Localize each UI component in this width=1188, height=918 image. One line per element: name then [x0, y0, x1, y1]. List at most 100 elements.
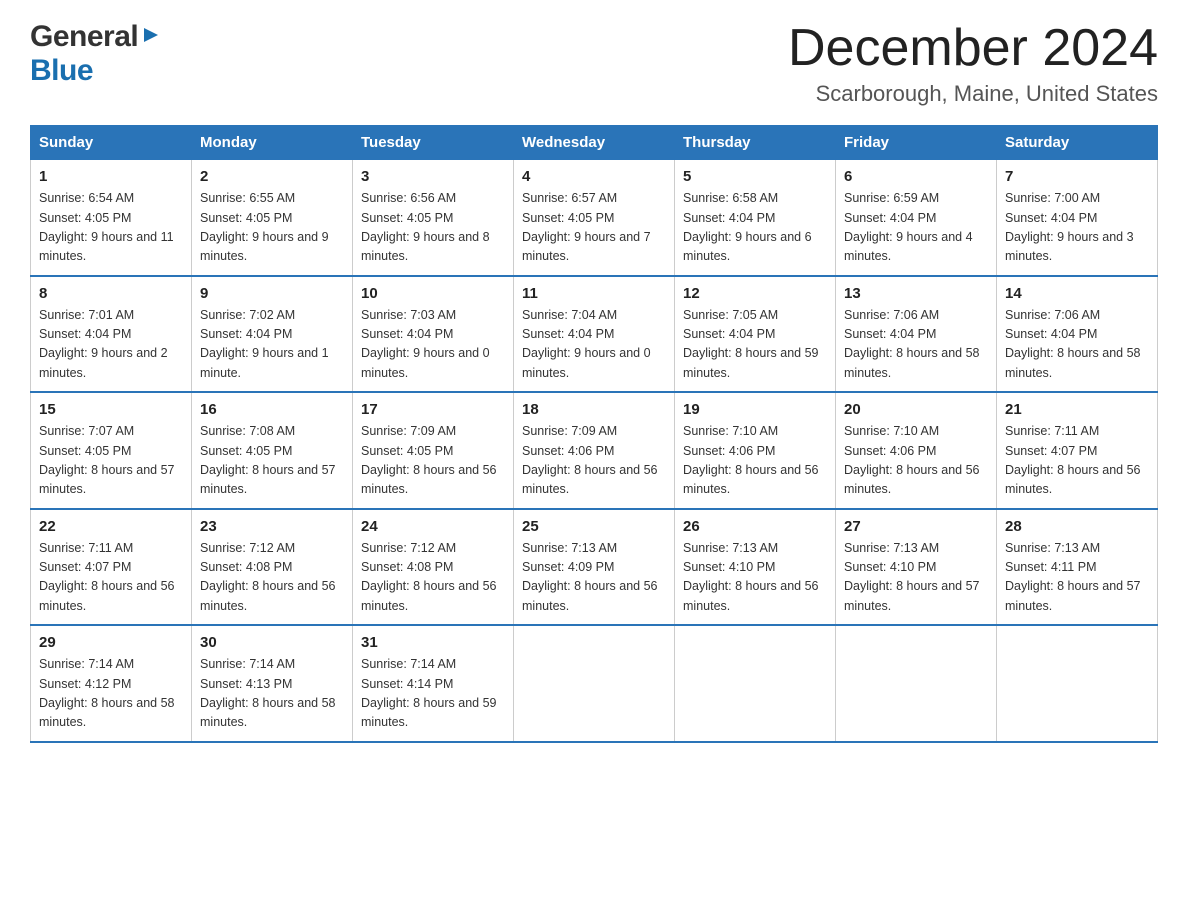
day-number: 28	[1005, 518, 1149, 535]
day-info: Sunrise: 7:04 AMSunset: 4:04 PMDaylight:…	[522, 306, 666, 384]
calendar-cell: 8 Sunrise: 7:01 AMSunset: 4:04 PMDaylight…	[31, 276, 192, 393]
col-tuesday: Tuesday	[353, 126, 514, 160]
logo: General Blue	[30, 20, 162, 88]
day-info: Sunrise: 7:06 AMSunset: 4:04 PMDaylight:…	[844, 306, 988, 384]
calendar-cell: 13 Sunrise: 7:06 AMSunset: 4:04 PMDayligh…	[836, 276, 997, 393]
col-thursday: Thursday	[675, 126, 836, 160]
day-info: Sunrise: 6:59 AMSunset: 4:04 PMDaylight:…	[844, 189, 988, 267]
calendar-cell: 29Sunrise: 7:14 AMSunset: 4:12 PMDayligh…	[31, 625, 192, 742]
month-title: December 2024	[788, 20, 1158, 77]
calendar-cell: 26Sunrise: 7:13 AMSunset: 4:10 PMDayligh…	[675, 509, 836, 626]
col-wednesday: Wednesday	[514, 126, 675, 160]
day-info: Sunrise: 6:58 AMSunset: 4:04 PMDaylight:…	[683, 189, 827, 267]
calendar-cell: 25 Sunrise: 7:13 AMSunset: 4:09 PMDayligh…	[514, 509, 675, 626]
day-info: Sunrise: 7:10 AMSunset: 4:06 PMDaylight:…	[844, 422, 988, 500]
day-number: 9	[200, 285, 344, 302]
week-row-2: 8 Sunrise: 7:01 AMSunset: 4:04 PMDaylight…	[31, 276, 1158, 393]
day-number: 11	[522, 285, 666, 302]
calendar-cell: 19 Sunrise: 7:10 AMSunset: 4:06 PMDayligh…	[675, 392, 836, 509]
calendar-cell: 10Sunrise: 7:03 AMSunset: 4:04 PMDayligh…	[353, 276, 514, 393]
calendar-cell: 3Sunrise: 6:56 AMSunset: 4:05 PMDaylight…	[353, 160, 514, 276]
day-info: Sunrise: 7:09 AMSunset: 4:06 PMDaylight:…	[522, 422, 666, 500]
day-number: 5	[683, 168, 827, 185]
day-info: Sunrise: 6:55 AMSunset: 4:05 PMDaylight:…	[200, 189, 344, 267]
day-number: 21	[1005, 401, 1149, 418]
calendar-cell: 9 Sunrise: 7:02 AMSunset: 4:04 PMDaylight…	[192, 276, 353, 393]
calendar-cell: 14Sunrise: 7:06 AMSunset: 4:04 PMDayligh…	[997, 276, 1158, 393]
calendar-cell: 5 Sunrise: 6:58 AMSunset: 4:04 PMDaylight…	[675, 160, 836, 276]
col-friday: Friday	[836, 126, 997, 160]
header-right: December 2024 Scarborough, Maine, United…	[788, 20, 1158, 107]
calendar-cell: 31 Sunrise: 7:14 AMSunset: 4:14 PMDayligh…	[353, 625, 514, 742]
day-number: 12	[683, 285, 827, 302]
day-info: Sunrise: 7:14 AMSunset: 4:14 PMDaylight:…	[361, 655, 505, 733]
day-number: 19	[683, 401, 827, 418]
page-header: General Blue December 2024 Scarborough, …	[30, 20, 1158, 107]
calendar-cell: 15 Sunrise: 7:07 AMSunset: 4:05 PMDayligh…	[31, 392, 192, 509]
day-number: 6	[844, 168, 988, 185]
day-number: 1	[39, 168, 183, 185]
day-number: 26	[683, 518, 827, 535]
day-info: Sunrise: 7:01 AMSunset: 4:04 PMDaylight:…	[39, 306, 183, 384]
calendar-cell: 28 Sunrise: 7:13 AMSunset: 4:11 PMDayligh…	[997, 509, 1158, 626]
day-number: 31	[361, 634, 505, 651]
day-info: Sunrise: 7:10 AMSunset: 4:06 PMDaylight:…	[683, 422, 827, 500]
day-number: 25	[522, 518, 666, 535]
calendar-cell	[514, 625, 675, 742]
col-sunday: Sunday	[31, 126, 192, 160]
calendar-cell: 6 Sunrise: 6:59 AMSunset: 4:04 PMDaylight…	[836, 160, 997, 276]
location-text: Scarborough, Maine, United States	[788, 81, 1158, 107]
day-number: 14	[1005, 285, 1149, 302]
day-info: Sunrise: 7:09 AMSunset: 4:05 PMDaylight:…	[361, 422, 505, 500]
day-number: 13	[844, 285, 988, 302]
day-number: 17	[361, 401, 505, 418]
week-row-4: 22 Sunrise: 7:11 AMSunset: 4:07 PMDayligh…	[31, 509, 1158, 626]
day-number: 24	[361, 518, 505, 535]
day-number: 27	[844, 518, 988, 535]
col-saturday: Saturday	[997, 126, 1158, 160]
day-info: Sunrise: 7:11 AMSunset: 4:07 PMDaylight:…	[39, 539, 183, 617]
day-number: 30	[200, 634, 344, 651]
day-number: 20	[844, 401, 988, 418]
day-info: Sunrise: 7:00 AMSunset: 4:04 PMDaylight:…	[1005, 189, 1149, 267]
day-info: Sunrise: 7:08 AMSunset: 4:05 PMDaylight:…	[200, 422, 344, 500]
day-number: 18	[522, 401, 666, 418]
day-number: 8	[39, 285, 183, 302]
day-info: Sunrise: 7:11 AMSunset: 4:07 PMDaylight:…	[1005, 422, 1149, 500]
day-info: Sunrise: 7:13 AMSunset: 4:10 PMDaylight:…	[844, 539, 988, 617]
calendar-cell: 23Sunrise: 7:12 AMSunset: 4:08 PMDayligh…	[192, 509, 353, 626]
calendar-cell: 12 Sunrise: 7:05 AMSunset: 4:04 PMDayligh…	[675, 276, 836, 393]
calendar-cell: 20 Sunrise: 7:10 AMSunset: 4:06 PMDayligh…	[836, 392, 997, 509]
calendar-header-row: Sunday Monday Tuesday Wednesday Thursday…	[31, 126, 1158, 160]
day-info: Sunrise: 6:56 AMSunset: 4:05 PMDaylight:…	[361, 189, 505, 267]
week-row-1: 1 Sunrise: 6:54 AMSunset: 4:05 PMDaylight…	[31, 160, 1158, 276]
day-number: 22	[39, 518, 183, 535]
day-info: Sunrise: 7:14 AMSunset: 4:13 PMDaylight:…	[200, 655, 344, 733]
day-info: Sunrise: 6:54 AMSunset: 4:05 PMDaylight:…	[39, 189, 183, 267]
calendar-cell: 4Sunrise: 6:57 AMSunset: 4:05 PMDaylight…	[514, 160, 675, 276]
day-number: 2	[200, 168, 344, 185]
week-row-5: 29Sunrise: 7:14 AMSunset: 4:12 PMDayligh…	[31, 625, 1158, 742]
day-info: Sunrise: 7:07 AMSunset: 4:05 PMDaylight:…	[39, 422, 183, 500]
calendar-cell	[836, 625, 997, 742]
day-info: Sunrise: 7:05 AMSunset: 4:04 PMDaylight:…	[683, 306, 827, 384]
logo-arrow-icon	[140, 24, 162, 51]
day-info: Sunrise: 7:12 AMSunset: 4:08 PMDaylight:…	[361, 539, 505, 617]
calendar-cell: 27 Sunrise: 7:13 AMSunset: 4:10 PMDayligh…	[836, 509, 997, 626]
calendar-cell: 22 Sunrise: 7:11 AMSunset: 4:07 PMDayligh…	[31, 509, 192, 626]
day-number: 10	[361, 285, 505, 302]
week-row-3: 15 Sunrise: 7:07 AMSunset: 4:05 PMDayligh…	[31, 392, 1158, 509]
col-monday: Monday	[192, 126, 353, 160]
day-number: 16	[200, 401, 344, 418]
day-info: Sunrise: 7:13 AMSunset: 4:11 PMDaylight:…	[1005, 539, 1149, 617]
calendar-cell: 2 Sunrise: 6:55 AMSunset: 4:05 PMDaylight…	[192, 160, 353, 276]
day-info: Sunrise: 7:13 AMSunset: 4:09 PMDaylight:…	[522, 539, 666, 617]
day-number: 15	[39, 401, 183, 418]
day-info: Sunrise: 6:57 AMSunset: 4:05 PMDaylight:…	[522, 189, 666, 267]
calendar-cell: 16 Sunrise: 7:08 AMSunset: 4:05 PMDayligh…	[192, 392, 353, 509]
day-number: 7	[1005, 168, 1149, 185]
day-info: Sunrise: 7:02 AMSunset: 4:04 PMDaylight:…	[200, 306, 344, 384]
calendar-cell: 30 Sunrise: 7:14 AMSunset: 4:13 PMDayligh…	[192, 625, 353, 742]
calendar-cell: 18 Sunrise: 7:09 AMSunset: 4:06 PMDayligh…	[514, 392, 675, 509]
calendar-cell	[997, 625, 1158, 742]
